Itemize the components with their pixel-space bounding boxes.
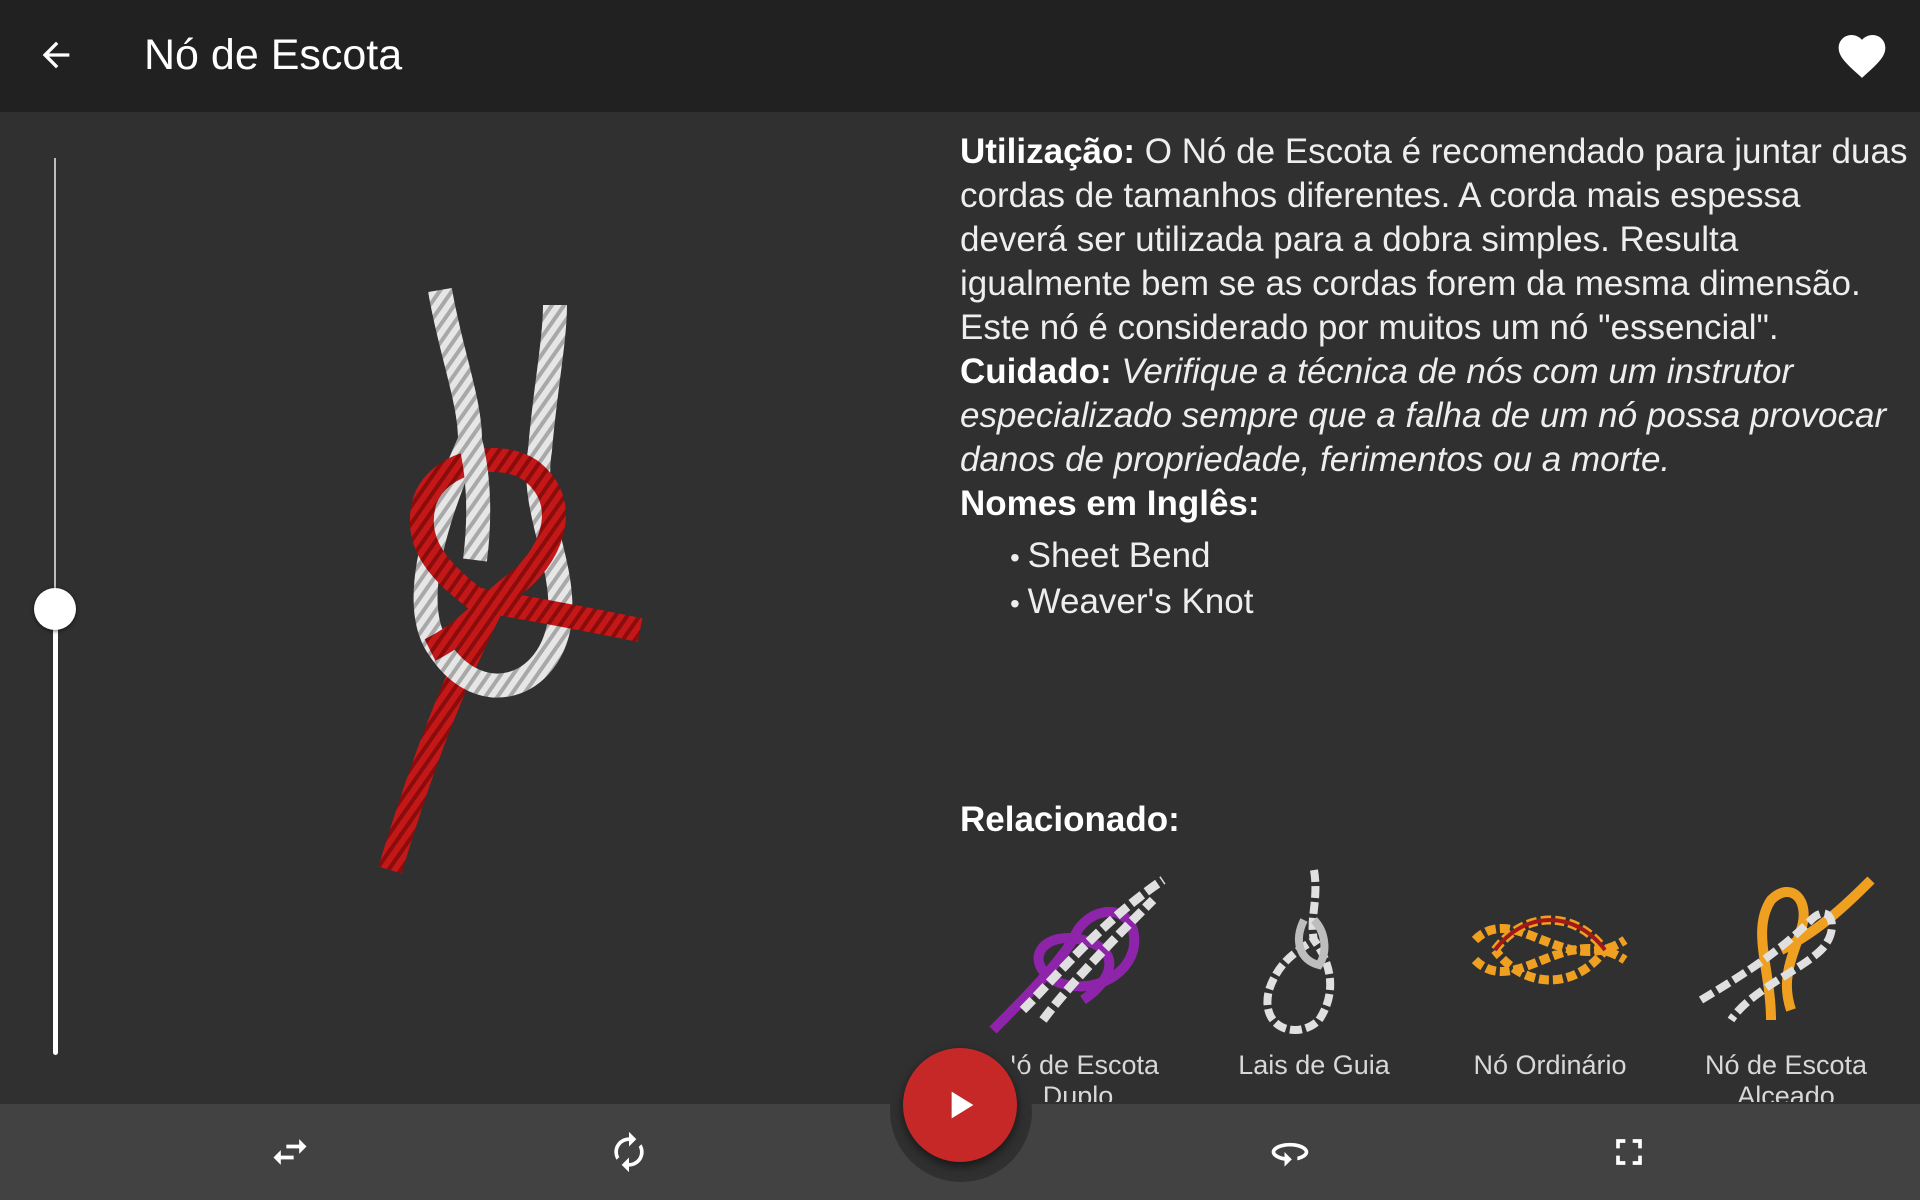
- loop-button[interactable]: [599, 1126, 659, 1178]
- fullscreen-button[interactable]: [1599, 1126, 1659, 1178]
- slider-track-active: [53, 608, 58, 1055]
- slider-thumb[interactable]: [34, 588, 76, 630]
- rotate-360-icon: [1271, 1142, 1309, 1167]
- related-item-reef-knot[interactable]: Nó Ordinário: [1432, 860, 1668, 1102]
- reef-knot-thumbnail: [1471, 915, 1628, 985]
- rotate-360-button[interactable]: [1260, 1126, 1320, 1178]
- bowline-thumbnail: [1263, 869, 1335, 1034]
- related-item-label: Nó de Escota Alceado: [1704, 1050, 1868, 1102]
- knot-animation-view[interactable]: [330, 270, 670, 890]
- related-label: Relacionado:: [960, 800, 1180, 839]
- autorenew-icon: [614, 1131, 644, 1173]
- mirror-button[interactable]: [260, 1126, 320, 1178]
- usage-paragraph: Utilização: O Nó de Escota é recomendado…: [960, 130, 1910, 350]
- page-title: Nó de Escota: [144, 31, 403, 79]
- play-icon: [951, 1091, 974, 1119]
- favorite-button[interactable]: [1830, 24, 1894, 88]
- english-names-section: Nomes em Inglês: Sheet Bend Weaver's Kno…: [960, 482, 1910, 626]
- heart-icon: [1838, 35, 1886, 78]
- speed-slider[interactable]: [34, 158, 78, 1058]
- usage-label: Utilização:: [960, 132, 1136, 171]
- related-knots-list: Nó de Escota Duplo Lais de Guia Nó Ordin…: [960, 860, 1920, 1102]
- play-button[interactable]: [903, 1048, 1017, 1162]
- slipped-sheet-bend-thumbnail: [1698, 876, 1875, 1023]
- fullscreen-icon: [1616, 1139, 1642, 1165]
- related-item-bowline[interactable]: Lais de Guia: [1196, 860, 1432, 1102]
- english-names-label: Nomes em Inglês:: [960, 484, 1260, 523]
- warning-paragraph: Cuidado: Verifique a técnica de nós com …: [960, 350, 1910, 482]
- app-bar: Nó de Escota: [0, 0, 1920, 112]
- sheet-bend-knot-illustration: [378, 288, 643, 874]
- warning-label: Cuidado:: [960, 352, 1112, 391]
- slider-track-inactive: [54, 158, 56, 608]
- knot-description: Utilização: O Nó de Escota é recomendado…: [960, 130, 1910, 626]
- english-names-list: Sheet Bend Weaver's Knot: [960, 534, 1910, 626]
- list-item: Weaver's Knot: [1010, 580, 1910, 626]
- related-item-label: Lais de Guia: [1238, 1050, 1390, 1080]
- arrow-back-icon: [42, 41, 70, 69]
- double-sheet-bend-thumbnail: [989, 876, 1166, 1034]
- swap-horiz-icon: [273, 1139, 307, 1165]
- related-item-label: Nó Ordinário: [1473, 1050, 1627, 1080]
- list-item: Sheet Bend: [1010, 534, 1910, 580]
- back-button[interactable]: [30, 26, 82, 84]
- related-item-slipped-sheet-bend[interactable]: Nó de Escota Alceado: [1668, 860, 1904, 1102]
